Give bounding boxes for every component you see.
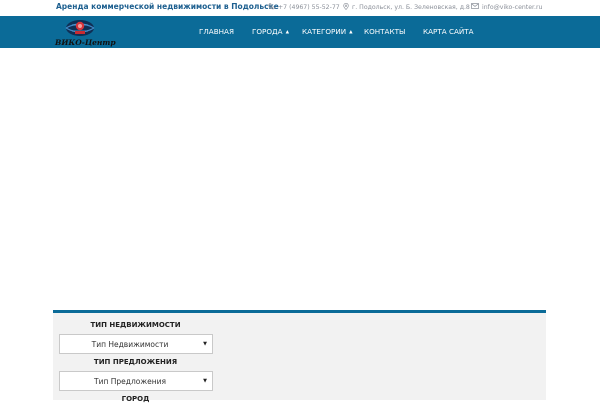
nav-sitemap[interactable]: КАРТА САЙТА	[423, 27, 474, 36]
caret-up-icon: ▲	[285, 30, 290, 35]
city-label: ГОРОД	[121, 395, 150, 403]
dropdown-arrow-icon: ▼	[203, 378, 207, 384]
address-text: г. Подольск, ул. Б. Зеленовская, д.8	[352, 4, 470, 11]
top-bar: Аренда коммерческой недвижимости в Подол…	[0, 0, 600, 16]
site-tagline: Аренда коммерческой недвижимости в Подол…	[56, 2, 279, 11]
property-type-select[interactable]: Тип Недвижимости ▼	[59, 334, 213, 354]
dropdown-arrow-icon: ▼	[203, 341, 207, 347]
phone-icon	[268, 3, 275, 12]
contact-phone[interactable]: +7 (4967) 55-52-77	[268, 3, 340, 12]
envelope-icon	[471, 3, 479, 11]
map-pin-icon	[343, 3, 349, 12]
hero-area	[0, 48, 600, 310]
caret-up-icon: ▲	[349, 30, 353, 35]
offer-type-value: Тип Предложения	[94, 377, 166, 386]
property-type-label: ТИП НЕДВИЖИМОСТИ	[90, 321, 181, 329]
nav-categories[interactable]: КАТЕГОРИИ ▲	[302, 27, 353, 36]
logo-text: ВИКО-Центр	[55, 38, 116, 47]
nav-home[interactable]: ГЛАВНАЯ	[199, 27, 234, 36]
offer-type-select[interactable]: Тип Предложения ▼	[59, 371, 213, 391]
email-text: info@viko-center.ru	[482, 3, 543, 11]
phone-text: +7 (4967) 55-52-77	[278, 4, 340, 11]
property-type-value: Тип Недвижимости	[91, 340, 169, 349]
nav-contacts[interactable]: КОНТАКТЫ	[364, 27, 405, 36]
offer-type-label: ТИП ПРЕДЛОЖЕНИЯ	[93, 358, 178, 366]
contact-email[interactable]: info@viko-center.ru	[471, 3, 542, 11]
nav-cities[interactable]: ГОРОДА ▲	[252, 27, 289, 36]
contact-address: г. Подольск, ул. Б. Зеленовская, д.8	[343, 3, 470, 12]
